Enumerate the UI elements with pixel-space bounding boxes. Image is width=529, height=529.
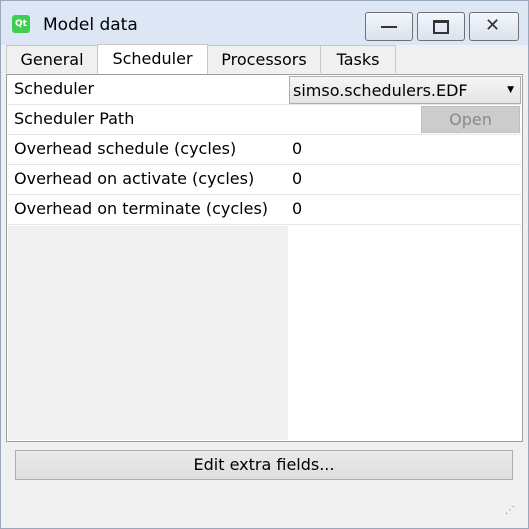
tab-general[interactable]: General — [6, 45, 98, 73]
scheduler-combobox-value: simso.schedulers.EDF — [293, 81, 468, 100]
overhead-activate-label: Overhead on activate (cycles) — [14, 169, 255, 188]
overhead-activate-field[interactable]: 0 — [292, 169, 302, 188]
window-title: Model data — [43, 15, 138, 35]
minimize-button[interactable] — [365, 12, 413, 41]
overhead-schedule-row: Overhead schedule (cycles) 0 — [8, 135, 521, 165]
overhead-terminate-field[interactable]: 0 — [292, 199, 302, 218]
close-button[interactable]: ✕ — [469, 12, 519, 41]
scheduler-panel: Scheduler simso.schedulers.EDF ▼ Schedul… — [6, 74, 523, 442]
scheduler-label: Scheduler — [14, 79, 95, 98]
tab-processors[interactable]: Processors — [207, 45, 321, 73]
maximize-icon — [433, 20, 449, 34]
close-icon: ✕ — [485, 15, 501, 36]
tab-tasks[interactable]: Tasks — [320, 45, 396, 73]
overhead-schedule-label: Overhead schedule (cycles) — [14, 139, 237, 158]
overhead-terminate-row: Overhead on terminate (cycles) 0 — [8, 195, 521, 225]
qt-app-icon: Qt — [12, 15, 30, 33]
scheduler-path-label: Scheduler Path — [14, 109, 135, 128]
chevron-down-icon: ▼ — [507, 85, 514, 95]
edit-extra-fields-button[interactable]: Edit extra fields... — [15, 450, 513, 480]
maximize-button[interactable] — [417, 12, 465, 41]
tab-scheduler[interactable]: Scheduler — [97, 44, 208, 74]
scheduler-row: Scheduler simso.schedulers.EDF ▼ — [8, 75, 521, 105]
overhead-terminate-label: Overhead on terminate (cycles) — [14, 199, 269, 218]
open-button[interactable]: Open — [421, 106, 520, 133]
overhead-activate-row: Overhead on activate (cycles) 0 — [8, 165, 521, 195]
model-data-window: Qt Model data ✕ General Scheduler Proces… — [0, 0, 529, 529]
resize-grip-icon[interactable]: ⋰ — [505, 505, 516, 516]
scheduler-combobox[interactable]: simso.schedulers.EDF ▼ — [289, 76, 521, 104]
minimize-icon — [381, 26, 397, 28]
title-bar[interactable]: Qt Model data ✕ — [1, 1, 528, 45]
overhead-schedule-field[interactable]: 0 — [292, 139, 302, 158]
